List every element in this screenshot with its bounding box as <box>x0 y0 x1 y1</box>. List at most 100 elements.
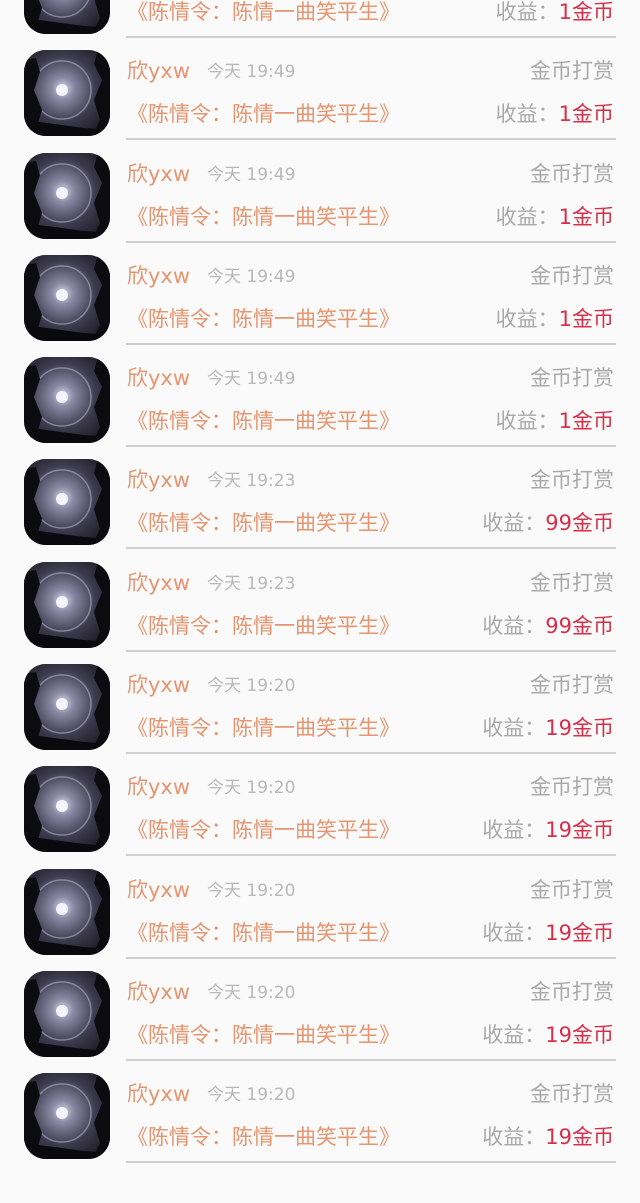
list-item[interactable]: 欣yxw 今天 19:49 金币打赏 《陈情令：陈情一曲笑平生》 收益：1金币 <box>0 141 640 243</box>
earnings-value: 19金币 <box>545 818 614 843</box>
list-item[interactable]: 欣yxw 今天 19:20 金币打赏 《陈情令：陈情一曲笑平生》 收益：19金币 <box>0 652 640 755</box>
user-name[interactable]: 欣yxw <box>127 58 190 84</box>
reward-record-list: 欣yxw 今天 19:49 金币打赏 《陈情令：陈情一曲笑平生》 收益：1金币 <box>0 0 640 1164</box>
record-time: 今天 19:23 <box>207 471 296 492</box>
avatar[interactable] <box>24 970 110 1057</box>
work-title-link[interactable]: 《陈情令：陈情一曲笑平生》 <box>127 100 400 128</box>
earnings: 收益：19金币 <box>482 919 614 949</box>
avatar[interactable] <box>24 357 110 444</box>
list-item[interactable]: 欣yxw 今天 19:20 金币打赏 《陈情令：陈情一曲笑平生》 收益：19金币 <box>0 1061 640 1164</box>
list-item[interactable]: 欣yxw 今天 19:49 金币打赏 《陈情令：陈情一曲笑平生》 收益：1金币 <box>0 38 640 141</box>
user-name[interactable]: 欣yxw <box>127 877 190 903</box>
avatar[interactable] <box>24 868 110 955</box>
user-name[interactable]: 欣yxw <box>127 263 190 289</box>
earnings-label: 收益： <box>482 511 546 536</box>
earnings-value: 99金币 <box>545 511 614 536</box>
avatar[interactable] <box>24 664 110 751</box>
earnings-value: 1金币 <box>558 409 614 434</box>
record-type: 金币打赏 <box>530 161 614 186</box>
record-type: 金币打赏 <box>530 1082 614 1107</box>
user-name[interactable]: 欣yxw <box>127 467 190 493</box>
avatar-image <box>24 766 110 853</box>
record-time: 今天 19:49 <box>207 266 296 287</box>
earnings: 收益：1金币 <box>496 100 614 130</box>
avatar[interactable] <box>24 766 110 853</box>
list-item[interactable]: 欣yxw 今天 19:20 金币打赏 《陈情令：陈情一曲笑平生》 收益：19金币 <box>0 959 640 1061</box>
earnings-value: 1金币 <box>558 0 614 24</box>
avatar[interactable] <box>24 50 110 137</box>
record-time: 今天 19:23 <box>207 573 296 594</box>
user-name[interactable]: 欣yxw <box>127 672 190 698</box>
avatar-image <box>24 254 110 341</box>
record-time: 今天 19:20 <box>207 778 296 799</box>
earnings-value: 19金币 <box>545 1022 614 1047</box>
avatar[interactable] <box>24 459 110 546</box>
avatar-image <box>24 459 110 546</box>
list-item[interactable]: 欣yxw 今天 19:49 金币打赏 《陈情令：陈情一曲笑平生》 收益：1金币 <box>0 243 640 345</box>
earnings-label: 收益： <box>495 0 559 24</box>
work-title-link[interactable]: 《陈情令：陈情一曲笑平生》 <box>127 816 400 844</box>
work-title-link[interactable]: 《陈情令：陈情一曲笑平生》 <box>127 919 400 947</box>
earnings-label: 收益： <box>482 613 546 638</box>
earnings: 收益：1金币 <box>496 0 614 28</box>
work-title-link[interactable]: 《陈情令：陈情一曲笑平生》 <box>127 612 400 640</box>
list-item[interactable]: 欣yxw 今天 19:49 金币打赏 《陈情令：陈情一曲笑平生》 收益：1金币 <box>0 345 640 448</box>
earnings: 收益：99金币 <box>482 612 614 642</box>
record-type: 金币打赏 <box>530 570 614 595</box>
work-title-link[interactable]: 《陈情令：陈情一曲笑平生》 <box>127 1021 400 1049</box>
avatar[interactable] <box>24 254 110 341</box>
avatar[interactable] <box>24 1073 110 1160</box>
user-name[interactable]: 欣yxw <box>127 365 190 391</box>
list-item[interactable]: 欣yxw 今天 19:23 金币打赏 《陈情令：陈情一曲笑平生》 收益：99金币 <box>0 550 640 652</box>
user-name[interactable]: 欣yxw <box>127 979 190 1005</box>
earnings-label: 收益： <box>482 818 546 843</box>
work-title-link[interactable]: 《陈情令：陈情一曲笑平生》 <box>127 714 400 742</box>
list-item[interactable]: 欣yxw 今天 19:23 金币打赏 《陈情令：陈情一曲笑平生》 收益：99金币 <box>0 447 640 550</box>
record-type: 金币打赏 <box>530 775 614 800</box>
earnings: 收益：1金币 <box>496 407 614 437</box>
avatar[interactable] <box>24 0 110 34</box>
avatar-image <box>24 152 110 239</box>
avatar-image <box>24 664 110 751</box>
list-item[interactable]: 欣yxw 今天 19:49 金币打赏 《陈情令：陈情一曲笑平生》 收益：1金币 <box>0 0 640 38</box>
record-time: 今天 19:49 <box>207 164 296 185</box>
earnings-value: 99金币 <box>545 613 614 638</box>
work-title-link[interactable]: 《陈情令：陈情一曲笑平生》 <box>127 305 400 333</box>
work-title-link[interactable]: 《陈情令：陈情一曲笑平生》 <box>127 407 400 435</box>
record-time: 今天 19:20 <box>207 880 296 901</box>
record-type: 金币打赏 <box>530 673 614 698</box>
earnings-value: 1金币 <box>558 102 614 127</box>
earnings: 收益：19金币 <box>482 816 614 846</box>
work-title-link[interactable]: 《陈情令：陈情一曲笑平生》 <box>127 509 400 537</box>
earnings: 收益：1金币 <box>496 203 614 233</box>
user-name[interactable]: 欣yxw <box>127 1081 190 1107</box>
user-name[interactable]: 欣yxw <box>127 774 190 800</box>
earnings-value: 1金币 <box>558 306 614 331</box>
user-name[interactable]: 欣yxw <box>127 161 190 187</box>
record-time: 今天 19:49 <box>207 62 296 83</box>
list-item[interactable]: 欣yxw 今天 19:20 金币打赏 《陈情令：陈情一曲笑平生》 收益：19金币 <box>0 857 640 959</box>
record-time: 今天 19:20 <box>207 1085 296 1106</box>
avatar-image <box>24 561 110 648</box>
earnings-value: 1金币 <box>558 204 614 229</box>
avatar[interactable] <box>24 561 110 648</box>
avatar-image <box>24 357 110 444</box>
avatar-image <box>24 50 110 137</box>
avatar-image <box>24 1073 110 1160</box>
earnings-label: 收益： <box>482 1125 546 1150</box>
avatar-image <box>24 0 110 34</box>
record-time: 今天 19:20 <box>207 982 296 1003</box>
work-title-link[interactable]: 《陈情令：陈情一曲笑平生》 <box>127 0 400 26</box>
divider <box>126 1161 616 1164</box>
earnings-label: 收益： <box>495 409 559 434</box>
avatar-image <box>24 868 110 955</box>
earnings-label: 收益： <box>482 920 546 945</box>
record-type: 金币打赏 <box>530 263 614 288</box>
work-title-link[interactable]: 《陈情令：陈情一曲笑平生》 <box>127 203 400 231</box>
user-name[interactable]: 欣yxw <box>127 570 190 596</box>
avatar[interactable] <box>24 152 110 239</box>
earnings: 收益：19金币 <box>482 714 614 744</box>
earnings-label: 收益： <box>495 102 559 127</box>
work-title-link[interactable]: 《陈情令：陈情一曲笑平生》 <box>127 1123 400 1151</box>
list-item[interactable]: 欣yxw 今天 19:20 金币打赏 《陈情令：陈情一曲笑平生》 收益：19金币 <box>0 754 640 857</box>
